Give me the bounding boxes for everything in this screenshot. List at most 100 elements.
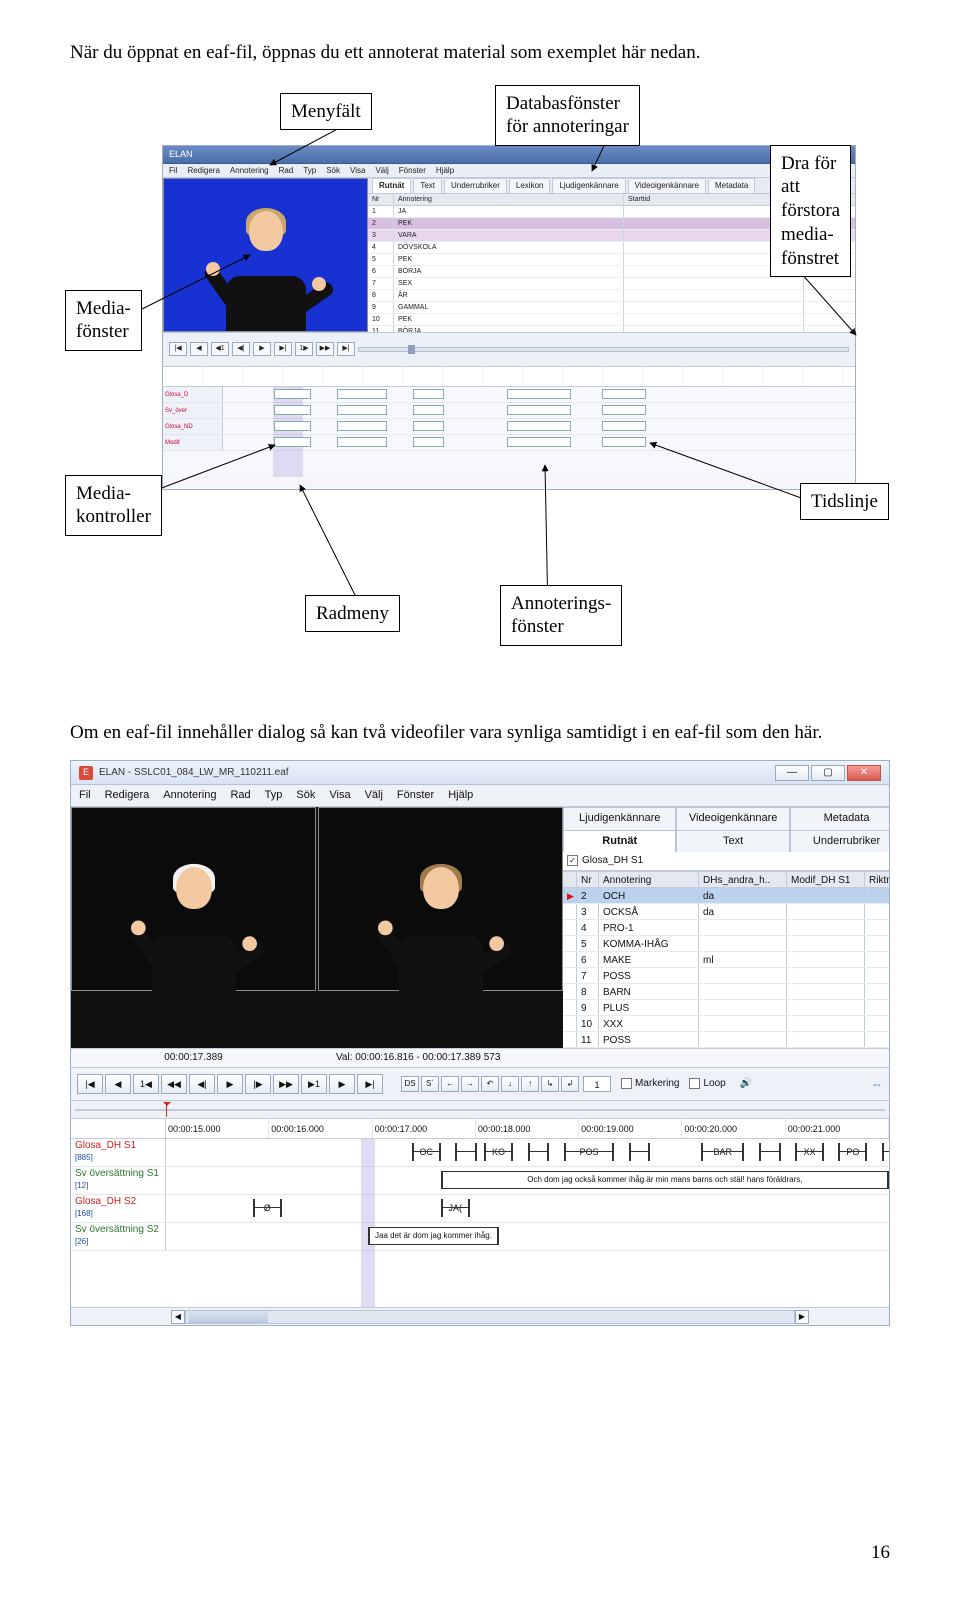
tier-row[interactable]: Sv översättning S1[12]Och dom jag också … [71,1167,889,1195]
horizontal-scrollbar[interactable] [185,1310,795,1324]
menu-sök[interactable]: Sök [326,165,340,176]
transport-button[interactable]: ▶ [329,1074,355,1094]
transport-button[interactable]: 1▶ [295,342,313,356]
menu-rad[interactable]: Rad [279,165,294,176]
table-row[interactable]: 10XXX?tecken [563,1016,890,1032]
menu-fönster[interactable]: Fönster [399,165,426,176]
transport-button[interactable]: ▶1 [301,1074,327,1094]
stretch-icon[interactable]: ⇔ [871,1076,883,1093]
menu-fönster[interactable]: Fönster [397,788,434,803]
transport-button[interactable]: ◀ [105,1074,131,1094]
table-row[interactable]: 6MAKEmlmun:man [563,952,890,968]
selection-button[interactable]: ↲ [561,1076,579,1092]
tab-row-1[interactable]: LjudigenkännareVideoigenkännareMetadataK… [563,807,890,829]
scroll-left-button[interactable]: ◀ [171,1310,185,1324]
timeline[interactable]: 00:00:15.00000:00:16.00000:00:17.00000:0… [71,1119,889,1325]
transport-bar[interactable]: |◀◀1◀◀◀◀|▶|▶▶▶▶1▶▶| DSS´←→↶↓↑↳↲ 1 Marker… [71,1067,889,1101]
tab-text[interactable]: Text [413,178,442,193]
tab-ljudigenkännare[interactable]: Ljudigenkännare [563,807,676,829]
tab-metadata[interactable]: Metadata [708,178,755,193]
menu-typ[interactable]: Typ [303,165,316,176]
tab-underrubriker[interactable]: Underrubriker [444,178,507,193]
table-row[interactable]: 3OCKSÅda [563,904,890,920]
transport-button[interactable]: ◀ [190,342,208,356]
menu-fil[interactable]: Fil [169,165,177,176]
selection-button[interactable]: ↓ [501,1076,519,1092]
tab-lexikon[interactable]: Lexikon [509,178,551,193]
menu-välj[interactable]: Välj [375,165,388,176]
table-row[interactable]: 4PRO-1 [563,920,890,936]
tab-metadata[interactable]: Metadata [790,807,890,829]
menu-bar[interactable]: FilRedigeraAnnoteringRadTypSökVisaVäljFö… [71,785,889,807]
transport-button[interactable]: ◀1 [211,342,229,356]
video-pane-left[interactable] [71,807,316,991]
transport-button[interactable]: 1◀ [133,1074,159,1094]
annotation-grid[interactable]: NrAnnoteringDHs_andra_h..Modif_DH S1Rikt… [563,871,890,1048]
table-row[interactable]: 10PEK [368,314,855,326]
selection-button[interactable]: ↑ [521,1076,539,1092]
selection-button[interactable]: ↳ [541,1076,559,1092]
checkbox-icon[interactable] [689,1078,700,1089]
video-pane-right[interactable] [318,807,563,991]
menu-hjälp[interactable]: Hjälp [436,165,454,176]
transport-button[interactable]: ▶▶ [273,1074,299,1094]
tab-videoigenkännare[interactable]: Videoigenkännare [676,807,789,829]
tier-row[interactable]: Glosa_DH S1[885]OCKOPOSBARXXPOFÖRÄLD [71,1139,889,1167]
rate-box[interactable]: 1 [583,1076,611,1092]
table-row[interactable]: 9GAMMAL [368,302,855,314]
tab-rutnät[interactable]: Rutnät [372,178,411,193]
menu-redigera[interactable]: Redigera [105,788,150,803]
menu-fil[interactable]: Fil [79,788,91,803]
tab-rutnät[interactable]: Rutnät [563,830,676,852]
checkbox-icon[interactable]: ✓ [567,855,578,866]
transport-button[interactable]: ◀| [189,1074,215,1094]
selection-button[interactable]: DS [401,1076,419,1092]
table-row[interactable]: 8BARN [563,984,890,1000]
menu-visa[interactable]: Visa [350,165,365,176]
transport-button[interactable]: ◀◀ [161,1074,187,1094]
menu-redigera[interactable]: Redigera [187,165,219,176]
menu-visa[interactable]: Visa [329,788,350,803]
tier-dropdown[interactable]: ✓ Glosa_DH S1 ▾ [563,852,890,871]
tab-videoigenkännare[interactable]: Videoigenkännare [628,178,706,193]
transport-button[interactable]: ▶ [217,1074,243,1094]
menu-välj[interactable]: Välj [365,788,383,803]
menu-annotering[interactable]: Annotering [230,165,269,176]
transport-button[interactable]: ▶▶ [316,342,334,356]
selection-button[interactable]: S´ [421,1076,439,1092]
tab-underrubriker[interactable]: Underrubriker [790,830,890,852]
minimize-button[interactable]: — [775,765,809,781]
transport-button[interactable]: |◀ [169,342,187,356]
table-row[interactable]: 7SEX [368,278,855,290]
transport-button[interactable]: ▶ [253,342,271,356]
menu-rad[interactable]: Rad [230,788,250,803]
volume-icon[interactable]: 🔊 [740,1077,752,1091]
tab-row-2[interactable]: RutnätTextUnderrubrikerLexikon [563,830,890,852]
scroll-right-button[interactable]: ▶ [795,1310,809,1324]
close-button[interactable]: ✕ [847,765,881,781]
maximize-button[interactable]: ▢ [811,765,845,781]
table-row[interactable]: 11POSS [563,1032,890,1048]
media-controls[interactable]: |◀◀◀1◀|▶▶|1▶▶▶▶| [163,333,855,367]
transport-button[interactable]: ▶| [274,342,292,356]
selection-button[interactable]: → [461,1076,479,1092]
tab-text[interactable]: Text [676,830,789,852]
tier-row[interactable]: Glosa_DH S2[168]ØJA( [71,1195,889,1223]
selection-button[interactable]: ← [441,1076,459,1092]
table-row[interactable]: 7POSS [563,968,890,984]
table-row[interactable]: 9PLUS [563,1000,890,1016]
table-row[interactable]: 11BÖRJA [368,326,855,332]
table-row[interactable]: 5KOMMA-IHÅG [563,936,890,952]
tier-row[interactable]: Sv översättning S2[26]Jaa det är dom jag… [71,1223,889,1251]
menu-sök[interactable]: Sök [296,788,315,803]
menu-typ[interactable]: Typ [265,788,283,803]
transport-button[interactable]: ▶| [337,342,355,356]
tab-ljudigenkännare[interactable]: Ljudigenkännare [552,178,625,193]
transport-button[interactable]: ▶| [357,1074,383,1094]
media-window[interactable] [163,178,368,332]
menu-bar[interactable]: Fil Redigera Annotering Rad Typ Sök Visa Välj Fö… [163,164,855,178]
annotation-area[interactable]: Glosa_D Sv_över Glosa_ND Modif [163,387,855,477]
table-row[interactable]: ▶2OCHda [563,888,890,904]
transport-button[interactable]: |▶ [245,1074,271,1094]
transport-button[interactable]: ◀| [232,342,250,356]
